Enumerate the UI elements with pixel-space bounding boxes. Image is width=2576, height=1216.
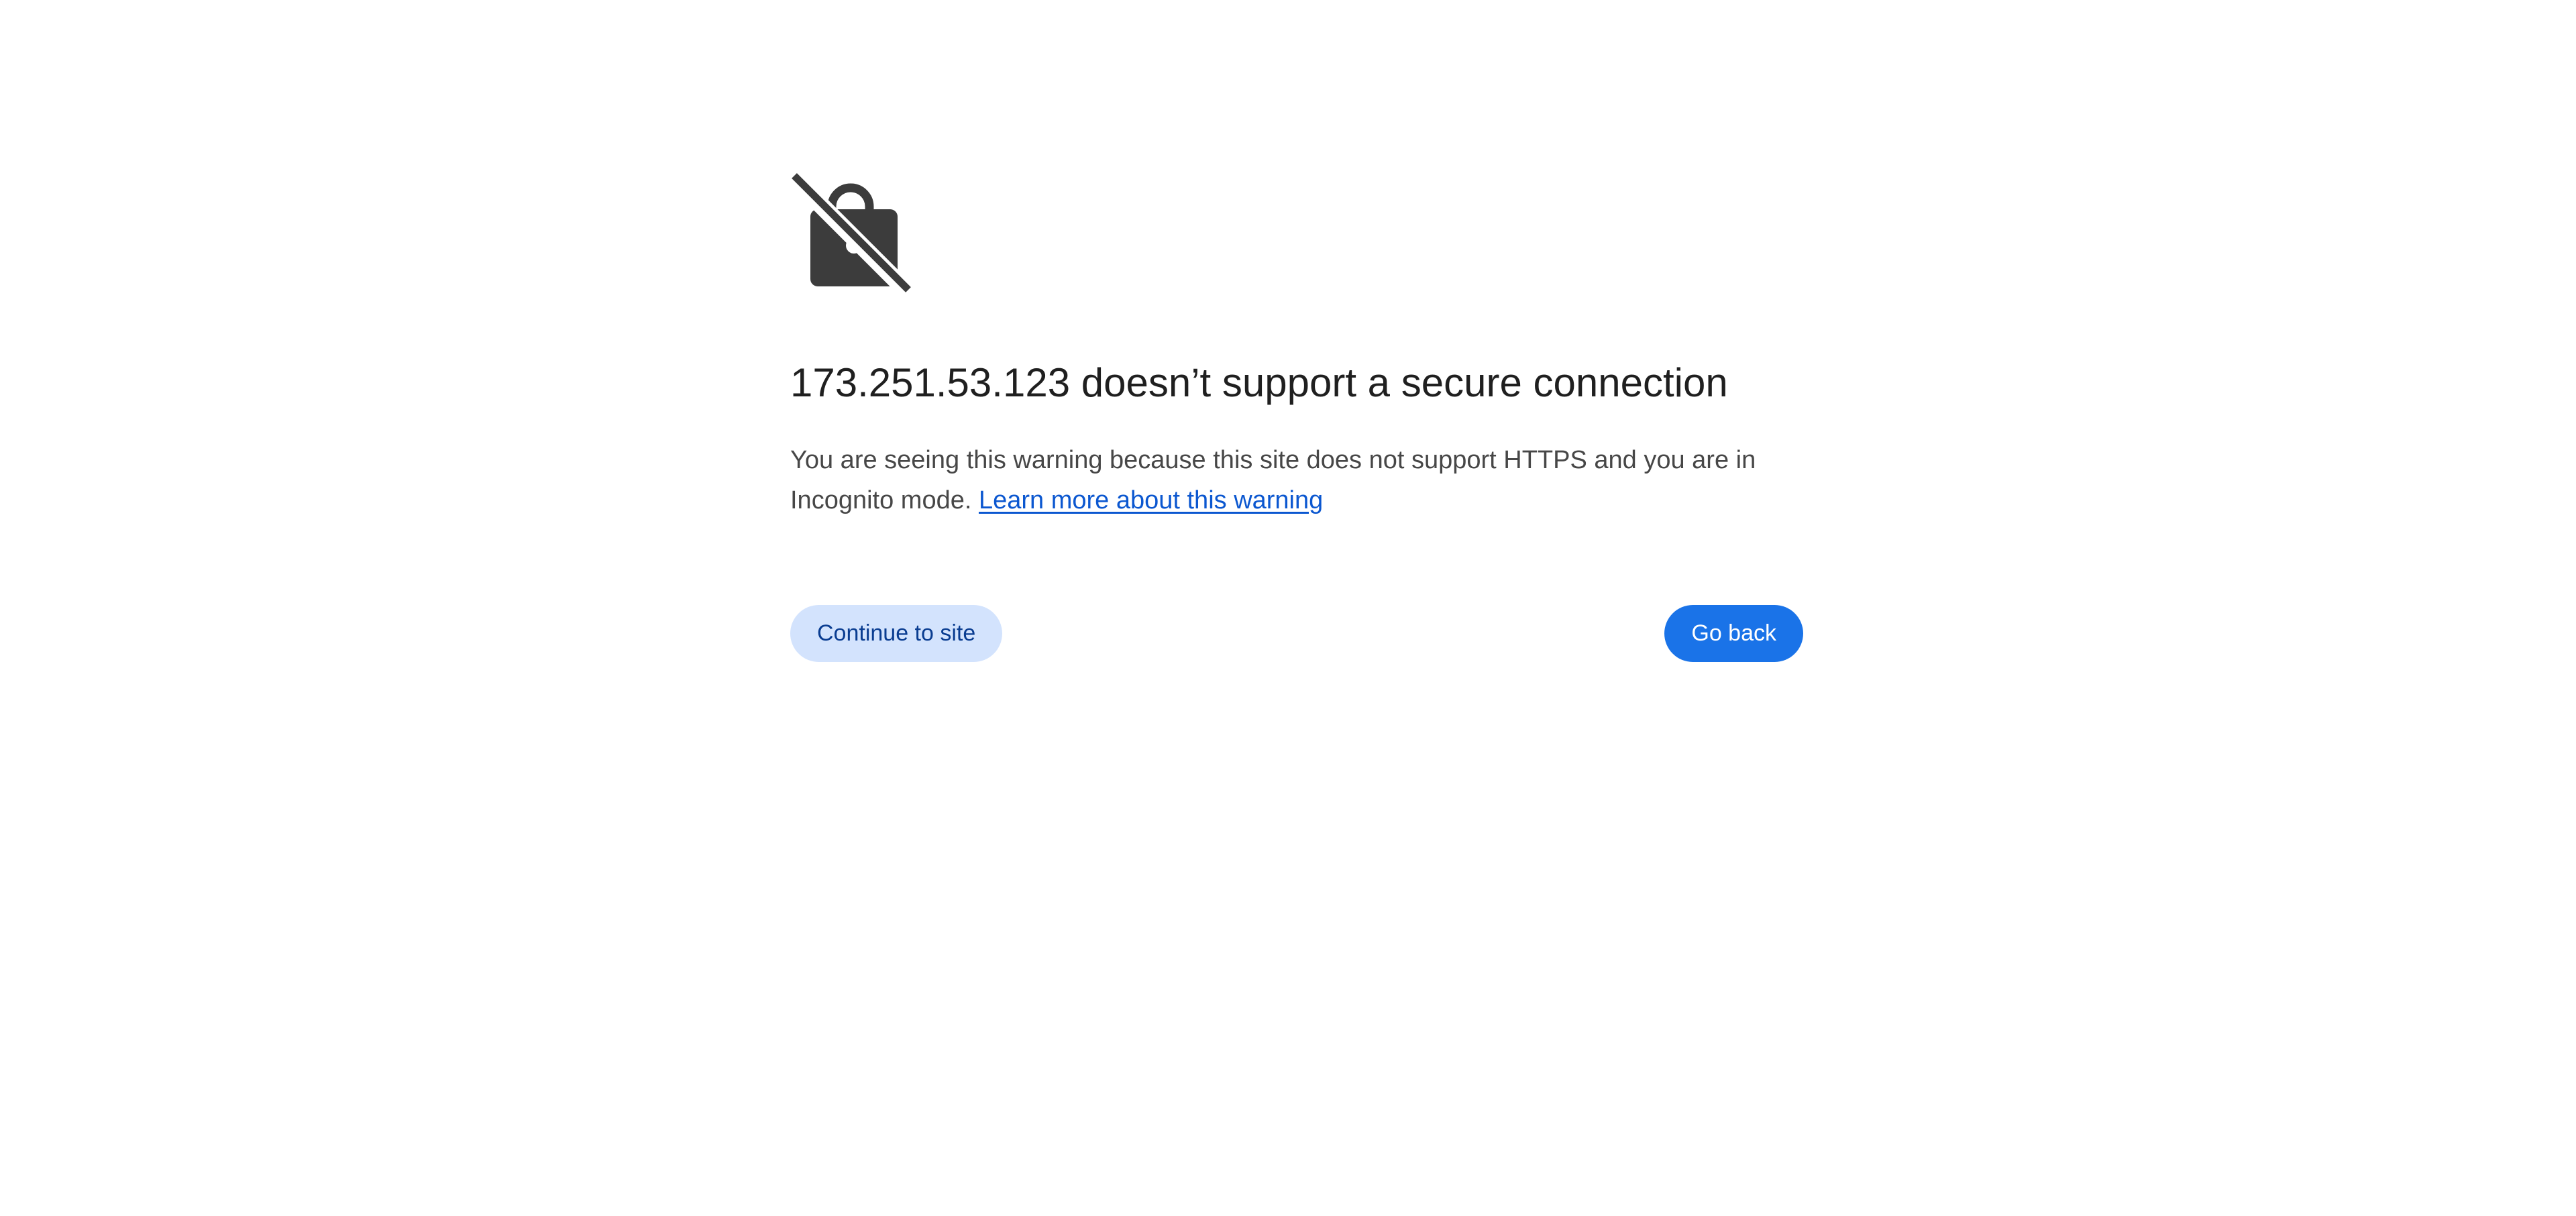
lock-slash-icon: [790, 170, 911, 294]
warning-explanation: You are seeing this warning because this…: [790, 440, 1783, 520]
go-back-button[interactable]: Go back: [1664, 605, 1803, 662]
page-title: 173.251.53.123 doesn’t support a secure …: [790, 360, 1728, 405]
learn-more-link[interactable]: Learn more about this warning: [979, 486, 1323, 514]
continue-to-site-button[interactable]: Continue to site: [790, 605, 1003, 662]
page: 173.251.53.123 doesn’t support a secure …: [0, 0, 2576, 1216]
